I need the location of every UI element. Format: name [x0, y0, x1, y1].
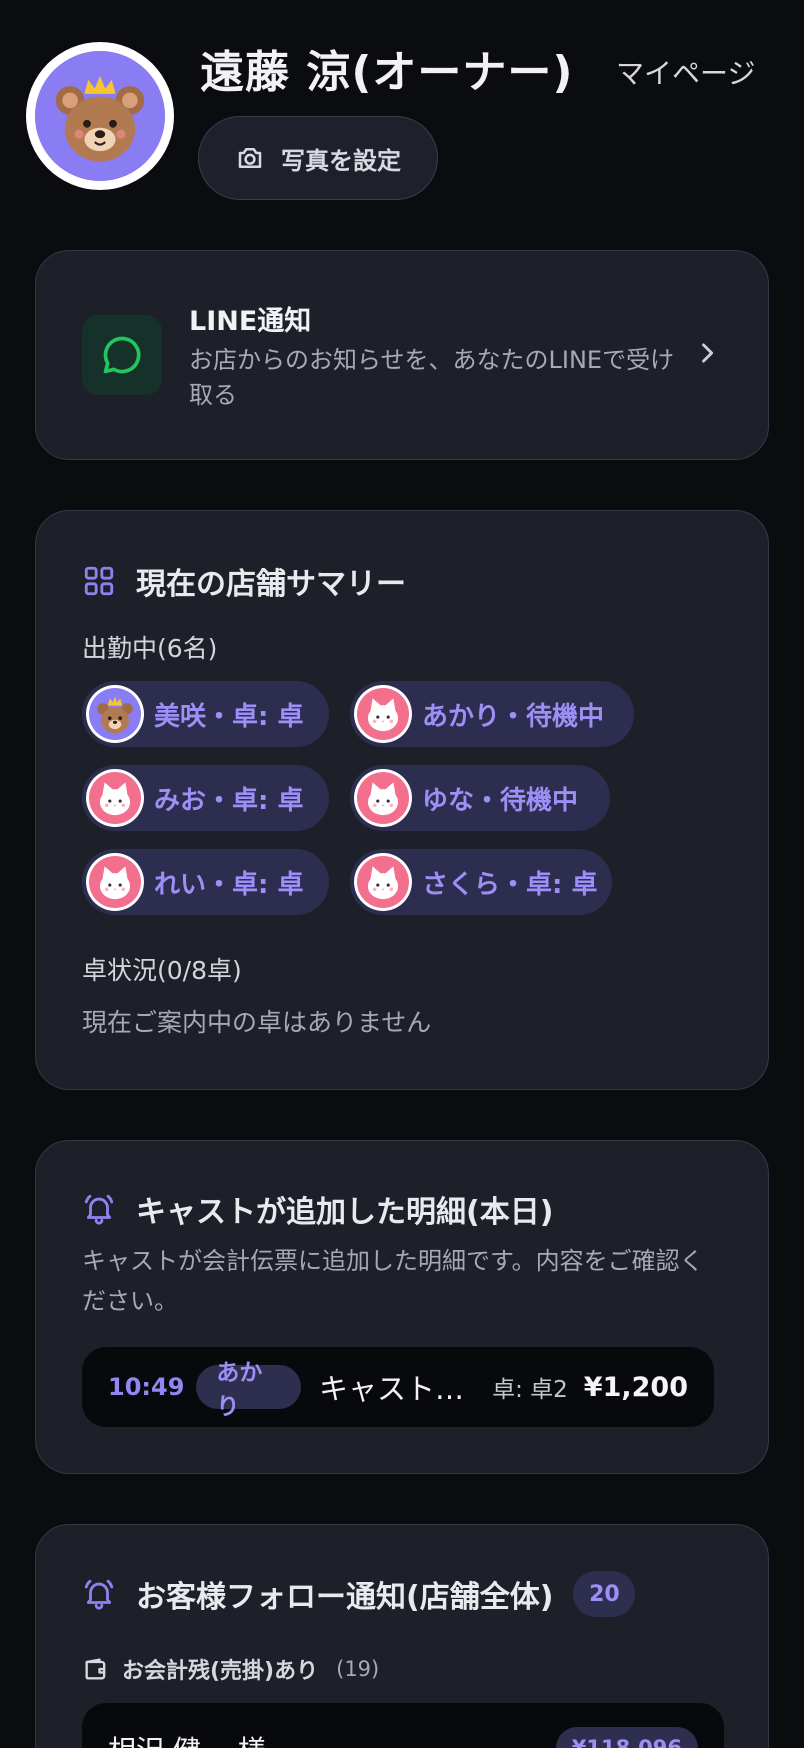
bear-avatar-icon [35, 51, 165, 181]
cast-chip-label: ゆな・待機中 [422, 785, 579, 816]
line-icon [82, 315, 162, 395]
table-empty-message: 現在ご案内中の卓はありません [82, 1008, 432, 1037]
bear-avatar-icon [89, 688, 141, 740]
detail-item-name: キャストドリンク [318, 1372, 478, 1406]
grid-icon [84, 566, 114, 596]
summary-title: 現在の店舗サマリー [136, 567, 406, 602]
set-photo-label: 写真を設定 [281, 146, 401, 175]
customer-name: 相沢 健一 様 [108, 1729, 266, 1748]
store-summary-card: 現在の店舗サマリー 出勤中(6名) 美咲・卓: 卓 あかり・待機中 みお・卓: [35, 510, 769, 1090]
attendance-label: 出勤中(6名) [82, 634, 218, 663]
cast-chip-label: 美咲・卓: 卓 [154, 701, 304, 732]
line-notification-description: お店からのお知らせを、あなたのLINEで受け取る [189, 346, 675, 409]
table-status-label: 卓状況(0/8卓) [82, 956, 242, 985]
cast-chip-label: れい・卓: 卓 [154, 869, 304, 900]
cast-chip[interactable]: ゆな・待機中 [350, 765, 610, 831]
detail-amount: ¥1,200 [583, 1371, 688, 1403]
cast-chip[interactable]: あかり・待機中 [350, 681, 634, 747]
cast-chip[interactable]: さくら・卓: 卓 [350, 849, 612, 915]
follow-count-badge: 20 [573, 1571, 636, 1617]
detail-time: 10:49 [108, 1373, 185, 1401]
detail-table: 卓: 卓2 [492, 1377, 568, 1403]
page-title: マイページ [616, 57, 756, 90]
cast-chip[interactable]: みお・卓: 卓 [82, 765, 329, 831]
unpaid-label: お会計残(売掛)あり [122, 1659, 319, 1684]
profile-avatar[interactable] [26, 42, 174, 190]
cast-details-title: キャストが追加した明細(本日) [136, 1195, 554, 1230]
bell-icon [84, 1579, 114, 1610]
wallet-icon [85, 1658, 106, 1680]
summary-header: 現在の店舗サマリー [82, 559, 406, 603]
cast-chip-label: さくら・卓: 卓 [422, 869, 598, 900]
cat-avatar-icon [357, 856, 409, 908]
cast-chip-label: あかり・待機中 [422, 701, 605, 732]
cat-avatar-icon [357, 772, 409, 824]
bell-icon [84, 1194, 114, 1225]
cast-details-card: キャストが追加した明細(本日) キャストが会計伝票に追加した明細です。内容をご確… [35, 1140, 769, 1474]
cast-chip[interactable]: れい・卓: 卓 [82, 849, 329, 915]
customer-follow-card: お客様フォロー通知(店舗全体) 20 お会計残(売掛)あり (19) 相沢 健一… [35, 1524, 769, 1748]
camera-icon [238, 148, 262, 168]
cat-avatar-icon [357, 688, 409, 740]
customer-row[interactable]: 相沢 健一 様 ¥118,096 [82, 1703, 724, 1748]
follow-title: お客様フォロー通知(店舗全体) [136, 1580, 554, 1615]
set-photo-button[interactable]: 写真を設定 [198, 116, 438, 200]
unpaid-count: (19) [336, 1657, 380, 1681]
follow-header: お客様フォロー通知(店舗全体) 20 [82, 1571, 636, 1617]
detail-cast-badge: あかり [196, 1360, 301, 1420]
line-notification-title: LINE通知 [189, 306, 312, 337]
customer-amount-badge: ¥118,096 [555, 1727, 698, 1748]
cast-details-header: キャストが追加した明細(本日) [82, 1187, 553, 1231]
my-page: 遠藤 涼(オーナー) マイページ 写真を設定 LINE通知 お店からのお知らせを… [0, 0, 804, 1748]
cat-avatar-icon [89, 856, 141, 908]
cat-avatar-icon [89, 772, 141, 824]
unpaid-section-label: お会計残(売掛)あり (19) [82, 1653, 379, 1685]
cast-details-description: キャストが会計伝票に追加した明細です。内容をご確認ください。 [82, 1247, 704, 1315]
profile-header: 遠藤 涼(オーナー) マイページ 写真を設定 [0, 0, 804, 230]
owner-name: 遠藤 涼(オーナー) [200, 47, 574, 98]
chevron-right-icon [702, 343, 714, 363]
cast-chip[interactable]: 美咲・卓: 卓 [82, 681, 329, 747]
detail-row[interactable]: 10:49 あかり キャストドリンク 卓: 卓2 ¥1,200 [82, 1347, 714, 1427]
line-notification-card[interactable]: LINE通知 お店からのお知らせを、あなたのLINEで受け取る [35, 250, 769, 460]
cast-chip-label: みお・卓: 卓 [154, 785, 304, 816]
